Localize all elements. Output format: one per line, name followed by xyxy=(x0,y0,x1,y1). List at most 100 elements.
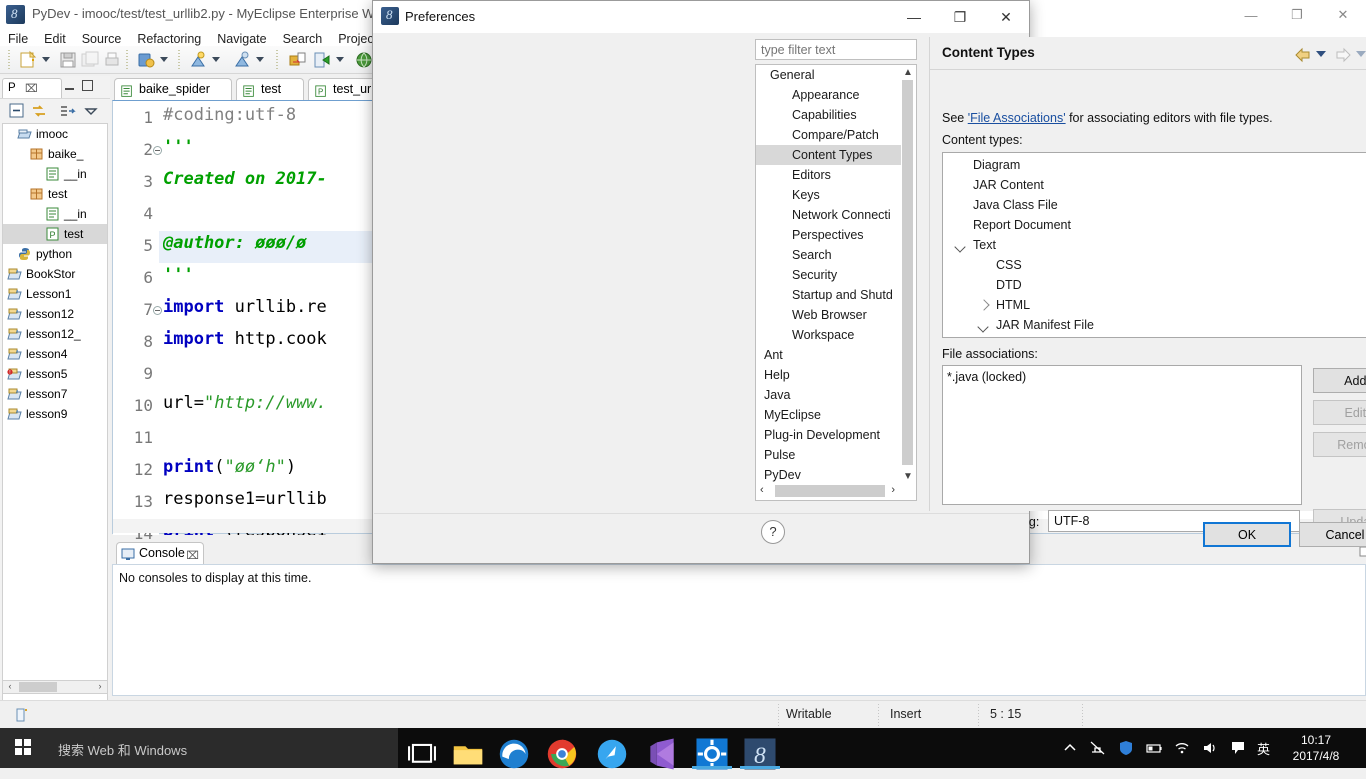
run-script-dropdown-arrow[interactable] xyxy=(336,57,343,62)
content-type-item-jar-content[interactable]: JAR Content xyxy=(943,175,1366,195)
pref-tree-item-content-types[interactable]: Content Types xyxy=(756,145,901,165)
run-dropdown-arrow[interactable] xyxy=(212,57,219,62)
visual-studio-icon[interactable] xyxy=(640,732,684,770)
content-type-item-diagram[interactable]: Diagram xyxy=(943,155,1366,175)
back-arrow-icon[interactable] xyxy=(1294,47,1312,63)
settings-icon[interactable] xyxy=(690,732,734,770)
package-explorer-tree[interactable]: imooc baike_ __in test __in Ptest python BookSt… xyxy=(2,123,108,743)
add-button[interactable]: Add... xyxy=(1313,368,1366,393)
pref-tree-item-help[interactable]: Help xyxy=(756,365,901,385)
file-associations-list[interactable]: *.java (locked) xyxy=(942,365,1302,505)
taskbar-clock[interactable]: 10:17 2017/4/8 xyxy=(1274,732,1358,764)
view-menu-icon[interactable] xyxy=(82,102,100,120)
content-type-item-dtd[interactable]: DTD xyxy=(943,275,1366,295)
pref-tree-item-workspace[interactable]: Workspace xyxy=(756,325,901,345)
content-type-item-jar-manifest-file[interactable]: JAR Manifest File xyxy=(943,315,1366,335)
scroll-left-arrow[interactable]: ‹ xyxy=(760,484,764,496)
minimize-icon[interactable] xyxy=(64,80,76,92)
menu-search[interactable]: Search xyxy=(275,28,331,48)
pref-tree-item-startup-and-shutd[interactable]: Startup and Shutd xyxy=(756,285,901,305)
pref-tree-item-ant[interactable]: Ant xyxy=(756,345,901,365)
package-explorer-item-imooc[interactable]: imooc xyxy=(3,124,107,144)
scroll-thumb[interactable] xyxy=(19,682,57,692)
filter-input[interactable]: type filter text xyxy=(755,39,917,60)
run-icon[interactable] xyxy=(188,50,208,70)
menu-file[interactable]: File xyxy=(0,28,36,48)
debug-dropdown-arrow[interactable] xyxy=(160,57,167,62)
content-types-tree[interactable]: Diagram JAR Content Java Class File Report … xyxy=(942,152,1366,338)
ime-indicator[interactable]: 英 xyxy=(1257,739,1270,758)
task-view-icon[interactable] xyxy=(400,732,444,766)
menu-navigate[interactable]: Navigate xyxy=(209,28,274,48)
pref-tree-item-web-browser[interactable]: Web Browser xyxy=(756,305,901,325)
new-python-project-icon[interactable] xyxy=(288,50,308,70)
run-script-icon[interactable] xyxy=(312,50,332,70)
scroll-left-arrow[interactable]: ‹ xyxy=(4,682,16,692)
package-explorer-item-python[interactable]: python xyxy=(3,244,107,264)
package-explorer-item-lesson7[interactable]: lesson7 xyxy=(3,384,107,404)
back-dropdown-arrow[interactable] xyxy=(1316,51,1326,57)
open-browser-icon[interactable] xyxy=(354,50,374,70)
pref-tree-item-appearance[interactable]: Appearance xyxy=(756,85,901,105)
new-file-icon[interactable] xyxy=(18,50,38,70)
volume-icon[interactable] xyxy=(1201,739,1219,757)
scroll-up-arrow[interactable]: ▲ xyxy=(903,67,913,78)
list-item[interactable]: *.java (locked) xyxy=(947,370,1026,384)
package-explorer-item-baike-[interactable]: baike_ xyxy=(3,144,107,164)
ok-button[interactable]: OK xyxy=(1203,522,1291,547)
dialog-maximize-button[interactable]: ❐ xyxy=(937,1,983,33)
pref-tree-item-java[interactable]: Java xyxy=(756,385,901,405)
battery-icon[interactable] xyxy=(1145,739,1163,757)
new-dropdown-arrow[interactable] xyxy=(42,57,49,62)
package-explorer-item-lesson5[interactable]: ! lesson5 xyxy=(3,364,107,384)
editor-tab-test-url[interactable]: Ptest_url xyxy=(308,78,382,100)
action-center-icon[interactable] xyxy=(1229,739,1247,757)
help-button[interactable]: ? xyxy=(761,520,785,544)
package-explorer-item-lesson1[interactable]: Lesson1 xyxy=(3,284,107,304)
package-explorer-item-test[interactable]: test xyxy=(3,184,107,204)
menu-source[interactable]: Source xyxy=(74,28,130,48)
cancel-button[interactable]: Cancel xyxy=(1299,522,1366,547)
maximize-icon[interactable] xyxy=(82,80,93,91)
wifi-icon[interactable] xyxy=(1173,739,1191,757)
pref-tree-item-pydev[interactable]: PyDev xyxy=(756,465,901,485)
package-explorer-item-lesson4[interactable]: lesson4 xyxy=(3,344,107,364)
scroll-right-arrow[interactable]: › xyxy=(891,484,895,496)
content-type-item-css[interactable]: CSS xyxy=(943,255,1366,275)
pref-tree-item-pulse[interactable]: Pulse xyxy=(756,445,901,465)
external-tools-dropdown-arrow[interactable] xyxy=(256,57,263,62)
pref-tree-item-keys[interactable]: Keys xyxy=(756,185,901,205)
pref-tree-item-general[interactable]: General xyxy=(756,65,901,85)
package-explorer-tab[interactable]: P ⌧ xyxy=(2,78,62,98)
package-explorer-item-bookstor[interactable]: BookStor xyxy=(3,264,107,284)
console-body[interactable]: No consoles to display at this time. xyxy=(112,564,1366,696)
external-tools-icon[interactable] xyxy=(232,50,252,70)
save-icon[interactable] xyxy=(58,50,78,70)
pref-tree-item-search[interactable]: Search xyxy=(756,245,901,265)
debug-icon[interactable] xyxy=(136,50,156,70)
minimize-button[interactable]: — xyxy=(1228,0,1274,30)
pref-tree-item-editors[interactable]: Editors xyxy=(756,165,901,185)
pydev-blue-icon[interactable] xyxy=(590,732,634,769)
focus-on-active-task-icon[interactable] xyxy=(58,102,76,120)
file-associations-link[interactable]: 'File Associations' xyxy=(968,111,1066,125)
console-tab[interactable]: Console ⌧ xyxy=(116,542,204,564)
package-explorer-item--in[interactable]: __in xyxy=(3,164,107,184)
scroll-right-arrow[interactable]: › xyxy=(94,682,106,692)
package-explorer-hscrollbar[interactable]: ‹ › xyxy=(2,680,108,694)
content-type-item-java-class-file[interactable]: Java Class File xyxy=(943,195,1366,215)
edge-icon[interactable] xyxy=(492,732,536,769)
safely-remove-hardware-icon[interactable] xyxy=(1089,739,1107,757)
pref-tree-item-network-connecti[interactable]: Network Connecti xyxy=(756,205,901,225)
link-with-editor-icon[interactable] xyxy=(30,102,48,120)
chrome-icon[interactable] xyxy=(540,732,584,769)
preferences-tree-vscrollbar[interactable]: ▲ ▼ xyxy=(901,66,915,483)
fold-toggle-icon[interactable] xyxy=(153,306,162,315)
windows-start-icon[interactable] xyxy=(0,728,48,768)
package-explorer-item-test[interactable]: Ptest xyxy=(3,224,107,244)
editor-tab-test[interactable]: test xyxy=(236,78,304,100)
pref-tree-item-security[interactable]: Security xyxy=(756,265,901,285)
chevron-down-icon[interactable] xyxy=(956,240,966,250)
menu-refactoring[interactable]: Refactoring xyxy=(129,28,209,48)
security-shield-icon[interactable] xyxy=(1117,739,1135,757)
